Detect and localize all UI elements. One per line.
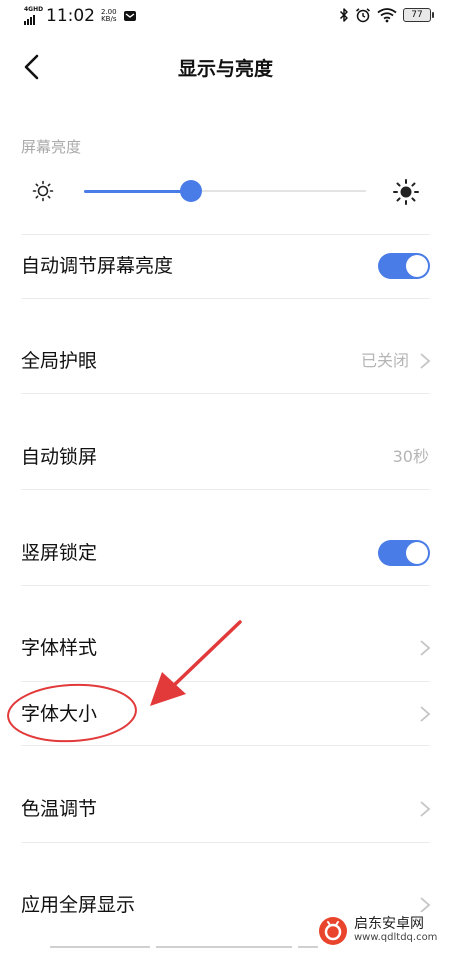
divider bbox=[21, 393, 430, 394]
bottom-bar-segment bbox=[50, 946, 150, 948]
row-label: 自动锁屏 bbox=[21, 446, 98, 468]
row-font-style[interactable]: 字体样式 bbox=[0, 618, 451, 678]
watermark-logo-icon bbox=[319, 917, 347, 945]
portrait-lock-toggle[interactable] bbox=[378, 540, 430, 566]
row-font-size[interactable]: 字体大小 bbox=[0, 684, 451, 744]
notification-icon bbox=[123, 11, 136, 21]
bottom-bar-segment bbox=[298, 946, 318, 948]
row-color-temperature[interactable]: 色温调节 bbox=[0, 779, 451, 839]
row-label: 色温调节 bbox=[21, 798, 98, 820]
cellular-signal-icon: 4GHD bbox=[24, 6, 44, 25]
alarm-icon bbox=[356, 8, 370, 23]
network-type: 4GHD bbox=[24, 6, 44, 13]
slider-fill bbox=[84, 189, 192, 193]
brightness-slider[interactable] bbox=[84, 180, 366, 202]
chevron-right-icon bbox=[420, 801, 431, 817]
divider bbox=[21, 842, 430, 843]
row-auto-brightness[interactable]: 自动调节屏幕亮度 bbox=[0, 236, 451, 296]
watermark-url: www.qdltdq.com bbox=[354, 932, 438, 943]
divider bbox=[21, 234, 430, 235]
divider bbox=[21, 681, 430, 682]
battery-level: 77 bbox=[411, 10, 423, 20]
page-title: 显示与亮度 bbox=[177, 58, 273, 80]
bottom-bar-segment bbox=[156, 946, 292, 948]
chevron-right-icon bbox=[420, 353, 431, 369]
watermark: 启东安卓网 www.qdltdq.com bbox=[318, 912, 451, 950]
chevron-right-icon bbox=[420, 706, 431, 722]
wifi-icon bbox=[377, 8, 397, 23]
status-time: 11:02 bbox=[46, 6, 95, 26]
battery-icon: 77 bbox=[403, 8, 434, 22]
row-label: 自动调节屏幕亮度 bbox=[21, 255, 174, 277]
brightness-label: 屏幕亮度 bbox=[21, 138, 82, 156]
divider bbox=[21, 298, 430, 299]
row-auto-lock[interactable]: 自动锁屏 30秒 bbox=[0, 427, 451, 487]
row-label: 字体大小 bbox=[21, 703, 98, 725]
row-portrait-lock[interactable]: 竖屏锁定 bbox=[0, 523, 451, 583]
row-eye-protection[interactable]: 全局护眼 已关闭 bbox=[0, 331, 451, 391]
divider bbox=[21, 585, 430, 586]
row-value: 30秒 bbox=[392, 447, 429, 466]
toggle-knob bbox=[406, 542, 428, 564]
watermark-title: 启东安卓网 bbox=[354, 916, 424, 932]
toggle-knob bbox=[406, 255, 428, 277]
row-label: 应用全屏显示 bbox=[21, 894, 136, 916]
brightness-high-icon bbox=[393, 179, 419, 205]
status-bar: 4GHD 11:02 2.00 KB/s 77 bbox=[0, 0, 451, 34]
divider bbox=[21, 489, 430, 490]
nav-bar: 显示与亮度 bbox=[0, 34, 451, 100]
bluetooth-icon bbox=[339, 8, 348, 22]
divider bbox=[21, 745, 430, 746]
network-speed-unit: KB/s bbox=[101, 15, 117, 23]
chevron-right-icon bbox=[420, 640, 431, 656]
row-value: 已关闭 bbox=[360, 351, 409, 370]
row-label: 字体样式 bbox=[21, 637, 98, 659]
slider-thumb[interactable] bbox=[180, 180, 203, 202]
network-speed: 2.00 KB/s bbox=[101, 9, 117, 23]
row-label: 全局护眼 bbox=[21, 350, 98, 372]
auto-brightness-toggle[interactable] bbox=[378, 253, 430, 279]
brightness-low-icon bbox=[32, 180, 54, 202]
row-label: 竖屏锁定 bbox=[21, 542, 98, 564]
